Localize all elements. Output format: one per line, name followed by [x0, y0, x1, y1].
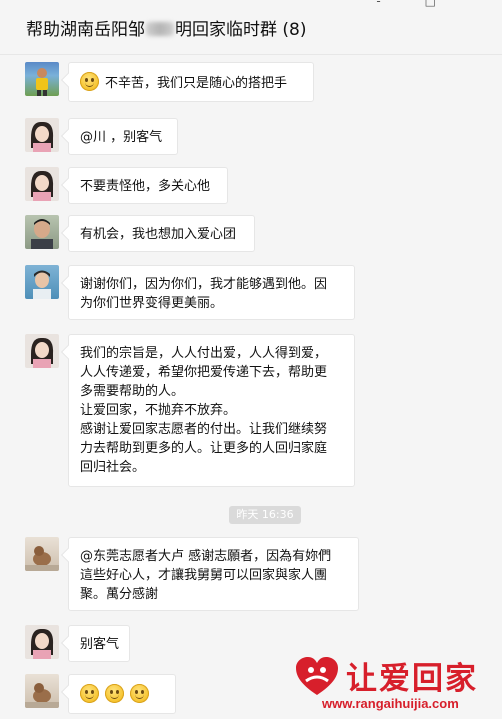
- message-text: 力去帮助到更多的人。让更多的人回归家庭: [80, 441, 328, 456]
- message-text: 有机会，我也想加入爱心团: [80, 227, 237, 242]
- girl-avatar[interactable]: [25, 625, 59, 659]
- minimize-button[interactable]: -: [376, 0, 424, 8]
- chat-title: 帮助湖南岳阳邹 明回家临时群 (8): [26, 15, 306, 40]
- message-text: 這些好心人，才讓我舅舅可以回家與家人團: [80, 568, 328, 583]
- message-text: 为你们世界变得更美丽。: [80, 296, 224, 311]
- smile-emoji-icon: [80, 684, 99, 703]
- message-text: @川 ，别客气: [80, 130, 163, 145]
- smile-emoji-icon: [130, 684, 149, 703]
- message-bubble[interactable]: 不要责怪他，多关心他: [68, 167, 228, 204]
- watermark-url: www.rangaihuijia.com: [322, 696, 459, 711]
- message-bubble[interactable]: 谢谢你们，因为你们，我才能够遇到他。因 为你们世界变得更美丽。: [68, 265, 355, 320]
- dog-avatar[interactable]: [25, 537, 59, 571]
- message-text: 人人传递爱，希望你把爱传递下去，帮助更: [80, 365, 328, 380]
- site-watermark: 让爱回家 www.rangaihuijia.com: [294, 653, 494, 715]
- man-avatar[interactable]: [25, 215, 59, 249]
- maximize-button[interactable]: □: [425, 0, 480, 8]
- smile-emoji-icon: [80, 72, 99, 91]
- chat-title-part-2: 明回家临时群 (8): [175, 20, 307, 40]
- message-bubble[interactable]: @东莞志愿者大卢 感谢志願者，因為有妳們 這些好心人，才讓我舅舅可以回家與家人團…: [68, 537, 359, 611]
- message-text: 回归社会。: [80, 460, 146, 475]
- message-text: 别客气: [80, 637, 120, 652]
- message-bubble[interactable]: 别客气: [68, 625, 130, 662]
- girl-avatar[interactable]: [25, 334, 59, 368]
- chat-title-part-1: 帮助湖南岳阳邹: [26, 20, 145, 40]
- runner-avatar[interactable]: [25, 62, 59, 96]
- boy-avatar[interactable]: [25, 265, 59, 299]
- window-controls: -□: [376, 0, 480, 8]
- message-bubble[interactable]: 我们的宗旨是，人人付出爱，人人得到爱， 人人传递爱，希望你把爱传递下去，帮助更 …: [68, 334, 355, 487]
- girl-avatar[interactable]: [25, 167, 59, 201]
- message-text: 让爱回家，不抛弃不放弃。: [80, 403, 237, 418]
- message-bubble[interactable]: @川 ，别客气: [68, 118, 178, 155]
- message-text: 感谢让爱回家志愿者的付出。让我们继续努: [80, 422, 328, 437]
- blurred-name: [146, 22, 174, 36]
- message-text: 我们的宗旨是，人人付出爱，人人得到爱，: [80, 346, 328, 361]
- heart-logo-icon: [296, 657, 338, 695]
- message-text: 谢谢你们，因为你们，我才能够遇到他。因: [80, 277, 328, 292]
- message-text: @东莞志愿者大卢 感谢志願者，因為有妳們: [80, 549, 332, 564]
- watermark-name: 让爱回家: [346, 661, 478, 697]
- message-bubble[interactable]: [68, 674, 176, 714]
- message-bubble[interactable]: 有机会，我也想加入爱心团: [68, 215, 255, 252]
- message-text: 不辛苦，我们只是随心的搭把手: [105, 76, 288, 91]
- message-text: 不要责怪他，多关心他: [80, 179, 211, 194]
- message-text: 聚。萬分感謝: [80, 587, 159, 602]
- message-text: 多需要帮助的人。: [80, 384, 185, 399]
- chat-header: 帮助湖南岳阳邹 明回家临时群 (8) -□: [0, 0, 502, 55]
- message-bubble[interactable]: 不辛苦，我们只是随心的搭把手: [68, 62, 314, 102]
- dog-avatar[interactable]: [25, 674, 59, 708]
- girl-avatar[interactable]: [25, 118, 59, 152]
- timestamp: 昨天 16:36: [229, 506, 301, 524]
- smile-emoji-icon: [105, 684, 124, 703]
